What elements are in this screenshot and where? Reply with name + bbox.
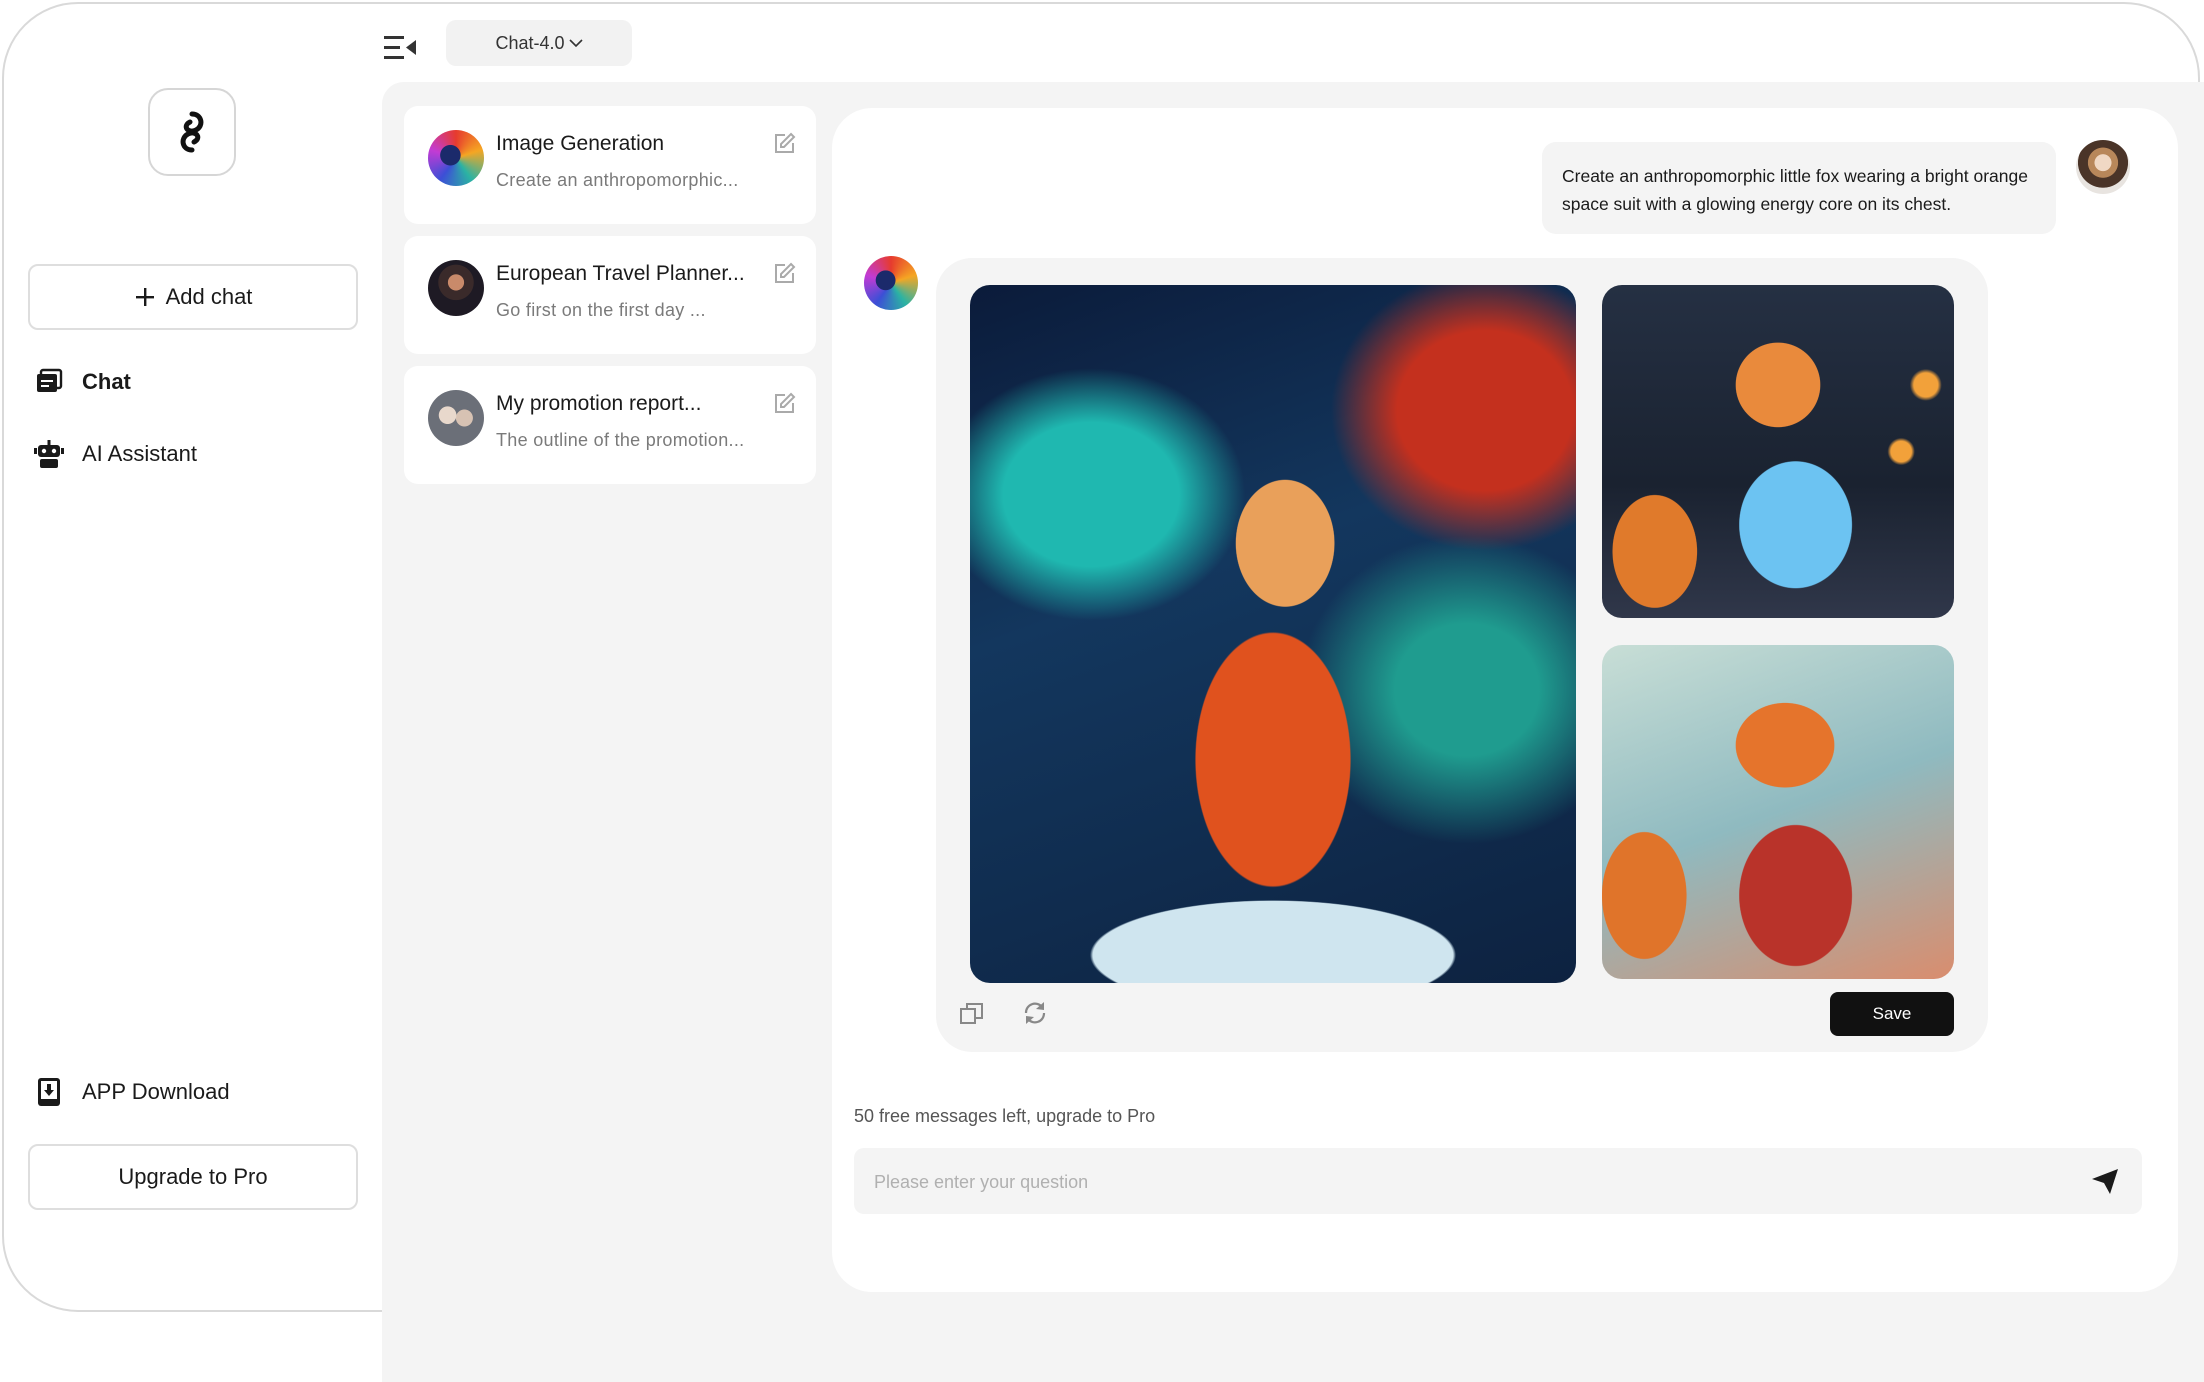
send-icon[interactable] <box>2090 1166 2120 1196</box>
history-item-title: European Travel Planner... <box>496 262 745 285</box>
sidebar-collapse-icon[interactable] <box>384 34 418 62</box>
add-chat-button[interactable]: Add chat <box>28 264 358 330</box>
regenerate-icon[interactable] <box>1021 999 1049 1027</box>
add-chat-label: Add chat <box>165 284 253 309</box>
history-item[interactable]: European Travel Planner... Go first on t… <box>404 236 816 354</box>
avatar <box>428 130 484 186</box>
history-item-subtitle: Go first on the first day ... <box>496 300 706 320</box>
nav-item-chat-label: Chat <box>82 369 131 394</box>
generated-image-fox-red-suit[interactable] <box>1602 645 1954 979</box>
upgrade-label: Upgrade to Pro <box>118 1164 268 1189</box>
history-item-subtitle: Create an anthropomorphic... <box>496 170 739 190</box>
assistant-avatar <box>864 256 918 310</box>
user-message: Create an anthropomorphic little fox wea… <box>1542 142 2056 234</box>
model-selector[interactable]: Chat-4.0 <box>446 20 632 66</box>
avatar <box>428 260 484 316</box>
save-button-label: Save <box>1872 1004 1912 1023</box>
save-button[interactable]: Save <box>1830 992 1954 1036</box>
history-item-title: Image Generation <box>496 132 665 155</box>
plus-icon <box>135 288 154 306</box>
nav-item-ai-assistant[interactable]: AI Assistant <box>34 434 197 474</box>
history-item[interactable]: Image Generation Create an anthropomorph… <box>404 106 816 224</box>
chevron-down-icon <box>568 39 583 48</box>
logo-icon <box>180 111 204 153</box>
quota-notice: 50 free messages left, upgrade to Pro <box>854 1106 1156 1126</box>
generated-image-fox-blue-suit[interactable] <box>1602 285 1954 618</box>
question-input-box <box>854 1148 2142 1216</box>
generated-image-main[interactable] <box>970 285 1576 983</box>
app-logo[interactable] <box>148 88 236 176</box>
upgrade-to-pro-button[interactable]: Upgrade to Pro <box>28 1144 358 1210</box>
avatar <box>428 390 484 446</box>
robot-icon <box>34 439 64 469</box>
copy-icon[interactable] <box>958 1000 986 1028</box>
model-selector-label: Chat-4.0 <box>495 32 565 53</box>
edit-icon[interactable] <box>772 262 796 286</box>
edit-icon[interactable] <box>772 392 796 416</box>
chat-icon <box>34 367 64 397</box>
download-icon <box>34 1077 64 1107</box>
history-item[interactable]: My promotion report... The outline of th… <box>404 366 816 484</box>
history-item-title: My promotion report... <box>496 392 702 415</box>
nav-item-ai-assistant-label: AI Assistant <box>82 441 197 466</box>
app-download-link[interactable]: APP Download <box>34 1072 230 1112</box>
nav-item-chat[interactable]: Chat <box>34 362 131 402</box>
edit-icon[interactable] <box>772 132 796 156</box>
history-item-subtitle: The outline of the promotion... <box>496 430 745 450</box>
user-avatar <box>2076 140 2130 194</box>
app-download-label: APP Download <box>82 1079 230 1104</box>
question-input[interactable] <box>872 1148 2056 1216</box>
